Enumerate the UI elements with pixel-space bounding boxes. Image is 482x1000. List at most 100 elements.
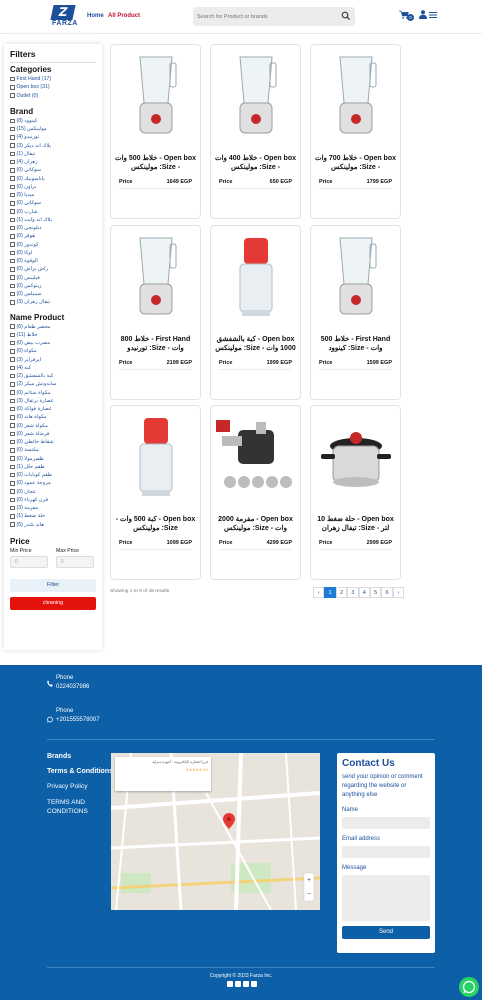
name-product-option[interactable]: مكواة ستانم (0) [10, 389, 96, 397]
footer-link-terms-conditions[interactable]: TERMS AND CONDITIONS [47, 798, 95, 816]
checkbox[interactable] [10, 456, 15, 461]
footer-link-terms[interactable]: Terms & Conditions [47, 768, 113, 775]
checkbox[interactable] [10, 415, 15, 420]
checkbox[interactable] [10, 373, 15, 379]
category-option[interactable]: First Hand (17) [10, 75, 96, 83]
product-card[interactable]: Open box - مفرمة 2000 وات - Size: مولينك… [210, 405, 301, 580]
brand-option[interactable]: ديلونجي (0) [10, 224, 96, 232]
checkbox[interactable] [10, 118, 15, 124]
checkbox[interactable] [10, 126, 15, 132]
brand-option[interactable]: هوفر (0) [10, 232, 96, 240]
brand-option[interactable]: بلاك اند ديكر (3) [10, 142, 96, 150]
checkbox[interactable] [10, 184, 15, 190]
page-button[interactable]: 1 [324, 587, 336, 598]
name-product-option[interactable]: مفرمة (3) [10, 504, 96, 512]
checkbox[interactable] [10, 464, 15, 470]
checkbox[interactable] [10, 209, 15, 214]
farza-logo[interactable]: Z FARZA [50, 5, 77, 29]
checkbox[interactable] [10, 85, 15, 90]
blender-icon[interactable] [211, 45, 300, 145]
page-button[interactable]: 6 [381, 587, 393, 598]
brand-option[interactable]: مولينكس (15) [10, 125, 96, 133]
product-title[interactable]: Open box - كبة 500 وات - Size: مولينكس [114, 515, 197, 533]
name-product-option[interactable]: ظفيرمولا (0) [10, 455, 96, 463]
checkbox[interactable] [10, 201, 15, 206]
checkbox[interactable] [10, 300, 15, 305]
checkbox[interactable] [10, 472, 15, 478]
search-input[interactable] [197, 10, 337, 23]
name-product-option[interactable]: مكنسة (0) [10, 446, 96, 454]
checkbox[interactable] [10, 267, 15, 272]
brand-option[interactable]: الوقوة (0) [10, 257, 96, 265]
checkbox[interactable] [10, 234, 15, 239]
product-title[interactable]: First Hand - خلاط 500 وات - Size: كينوود [314, 335, 397, 353]
product-card[interactable]: First Hand - خلاط 500 وات - Size: كينوود… [310, 225, 401, 400]
map-info-card[interactable]: فرزا للتجارة الإلكترونية - أجهزة منزلية … [115, 757, 211, 791]
product-title[interactable]: Open box - مفرمة 2000 وات - Size: مولينك… [214, 515, 297, 533]
send-button[interactable]: Send [342, 926, 430, 939]
footer-link-privacy[interactable]: Privacy Policy [47, 783, 113, 790]
name-product-option[interactable]: مكواة (0) [10, 347, 96, 355]
brand-option[interactable]: اوكا (0) [10, 249, 96, 257]
brand-option[interactable]: راش براش (0) [10, 265, 96, 273]
brand-option[interactable]: باناسونيك (0) [10, 175, 96, 183]
category-option[interactable]: Open box (31) [10, 83, 96, 91]
brand-option[interactable]: سوكاني (0) [10, 199, 96, 207]
checkbox[interactable] [10, 225, 15, 231]
name-product-option[interactable]: فرن كهرباء (0) [10, 496, 96, 504]
checkbox[interactable] [10, 365, 15, 371]
checkbox[interactable] [10, 497, 15, 503]
nav-all-product-link[interactable]: All Product [108, 13, 140, 19]
checkbox[interactable] [10, 357, 15, 362]
checkbox[interactable] [10, 168, 15, 173]
instagram-icon[interactable] [235, 981, 241, 987]
whatsapp-float-icon[interactable] [459, 977, 479, 997]
brand-option[interactable]: براون (0) [10, 183, 96, 191]
brand-option[interactable]: فيليبس (0) [10, 274, 96, 282]
page-button[interactable]: 4 [358, 587, 370, 598]
name-product-option[interactable]: كبة (4) [10, 364, 96, 372]
checkbox[interactable] [10, 332, 15, 338]
name-product-option[interactable]: عصارة برتقال (3) [10, 397, 96, 405]
email-field[interactable] [342, 846, 430, 858]
product-card[interactable]: Open box - كبة بالشفشق 1000 وات - Size: … [210, 225, 301, 400]
product-title[interactable]: First Hand - خلاط 800 وات - Size: تورنيد… [114, 335, 197, 353]
prev-page-button[interactable]: ‹ [313, 587, 325, 598]
youtube-icon[interactable] [243, 981, 249, 987]
name-product-option[interactable]: محضر طعام (6) [10, 323, 96, 331]
chopper-icon[interactable] [211, 226, 300, 326]
product-title[interactable]: Open box - خلاط 700 وات - Size: مولينكس [314, 154, 397, 172]
name-product-option[interactable]: طقم كوبايات (0) [10, 471, 96, 479]
checkbox[interactable] [10, 151, 15, 157]
blender-icon[interactable] [111, 226, 200, 326]
checkbox[interactable] [10, 192, 15, 198]
product-card[interactable]: First Hand - خلاط 800 وات - Size: تورنيد… [110, 225, 201, 400]
checkbox[interactable] [10, 382, 15, 387]
brand-option[interactable]: شارب (0) [10, 208, 96, 216]
next-page-button[interactable]: › [392, 587, 405, 598]
brand-option[interactable]: سوكاني (0) [10, 166, 96, 174]
pressure-cooker-icon[interactable] [311, 406, 400, 506]
product-title[interactable]: Open box - خلاط 400 وات - Size: مولينكس [214, 154, 297, 172]
product-card[interactable]: Open box - خلاط 500 وات - Size: مولينكس P… [110, 44, 201, 219]
name-product-option[interactable]: كبة بالشفشق (2) [10, 372, 96, 380]
product-card[interactable]: Open box - خلاط 400 وات - Size: مولينكس P… [210, 44, 301, 219]
name-product-option[interactable]: خلاط (11) [10, 331, 96, 339]
name-product-option[interactable]: مكواة شعر (0) [10, 422, 96, 430]
checkbox[interactable] [10, 324, 15, 329]
menu-icon[interactable] [429, 11, 437, 19]
category-option[interactable]: Outlet (0) [10, 92, 96, 100]
name-product-option[interactable]: ساندوتش ميكر (2) [10, 380, 96, 388]
brand-option[interactable]: تيفال (1) [10, 150, 96, 158]
name-product-option[interactable]: شفاط حائطي (0) [10, 438, 96, 446]
blender-icon[interactable] [311, 226, 400, 326]
brand-option[interactable]: زينوكس (0) [10, 282, 96, 290]
blender-icon[interactable] [311, 45, 400, 145]
checkbox[interactable] [10, 390, 15, 395]
name-product-option[interactable]: هاند بلندر (5) [10, 521, 96, 529]
name-product-option[interactable]: عصارة فواكة (0) [10, 405, 96, 413]
brand-option[interactable]: بلاك اند وايت (1) [10, 216, 96, 224]
checkbox[interactable] [10, 275, 15, 280]
checkbox[interactable] [10, 349, 15, 354]
meat-grinder-icon[interactable] [211, 406, 300, 506]
